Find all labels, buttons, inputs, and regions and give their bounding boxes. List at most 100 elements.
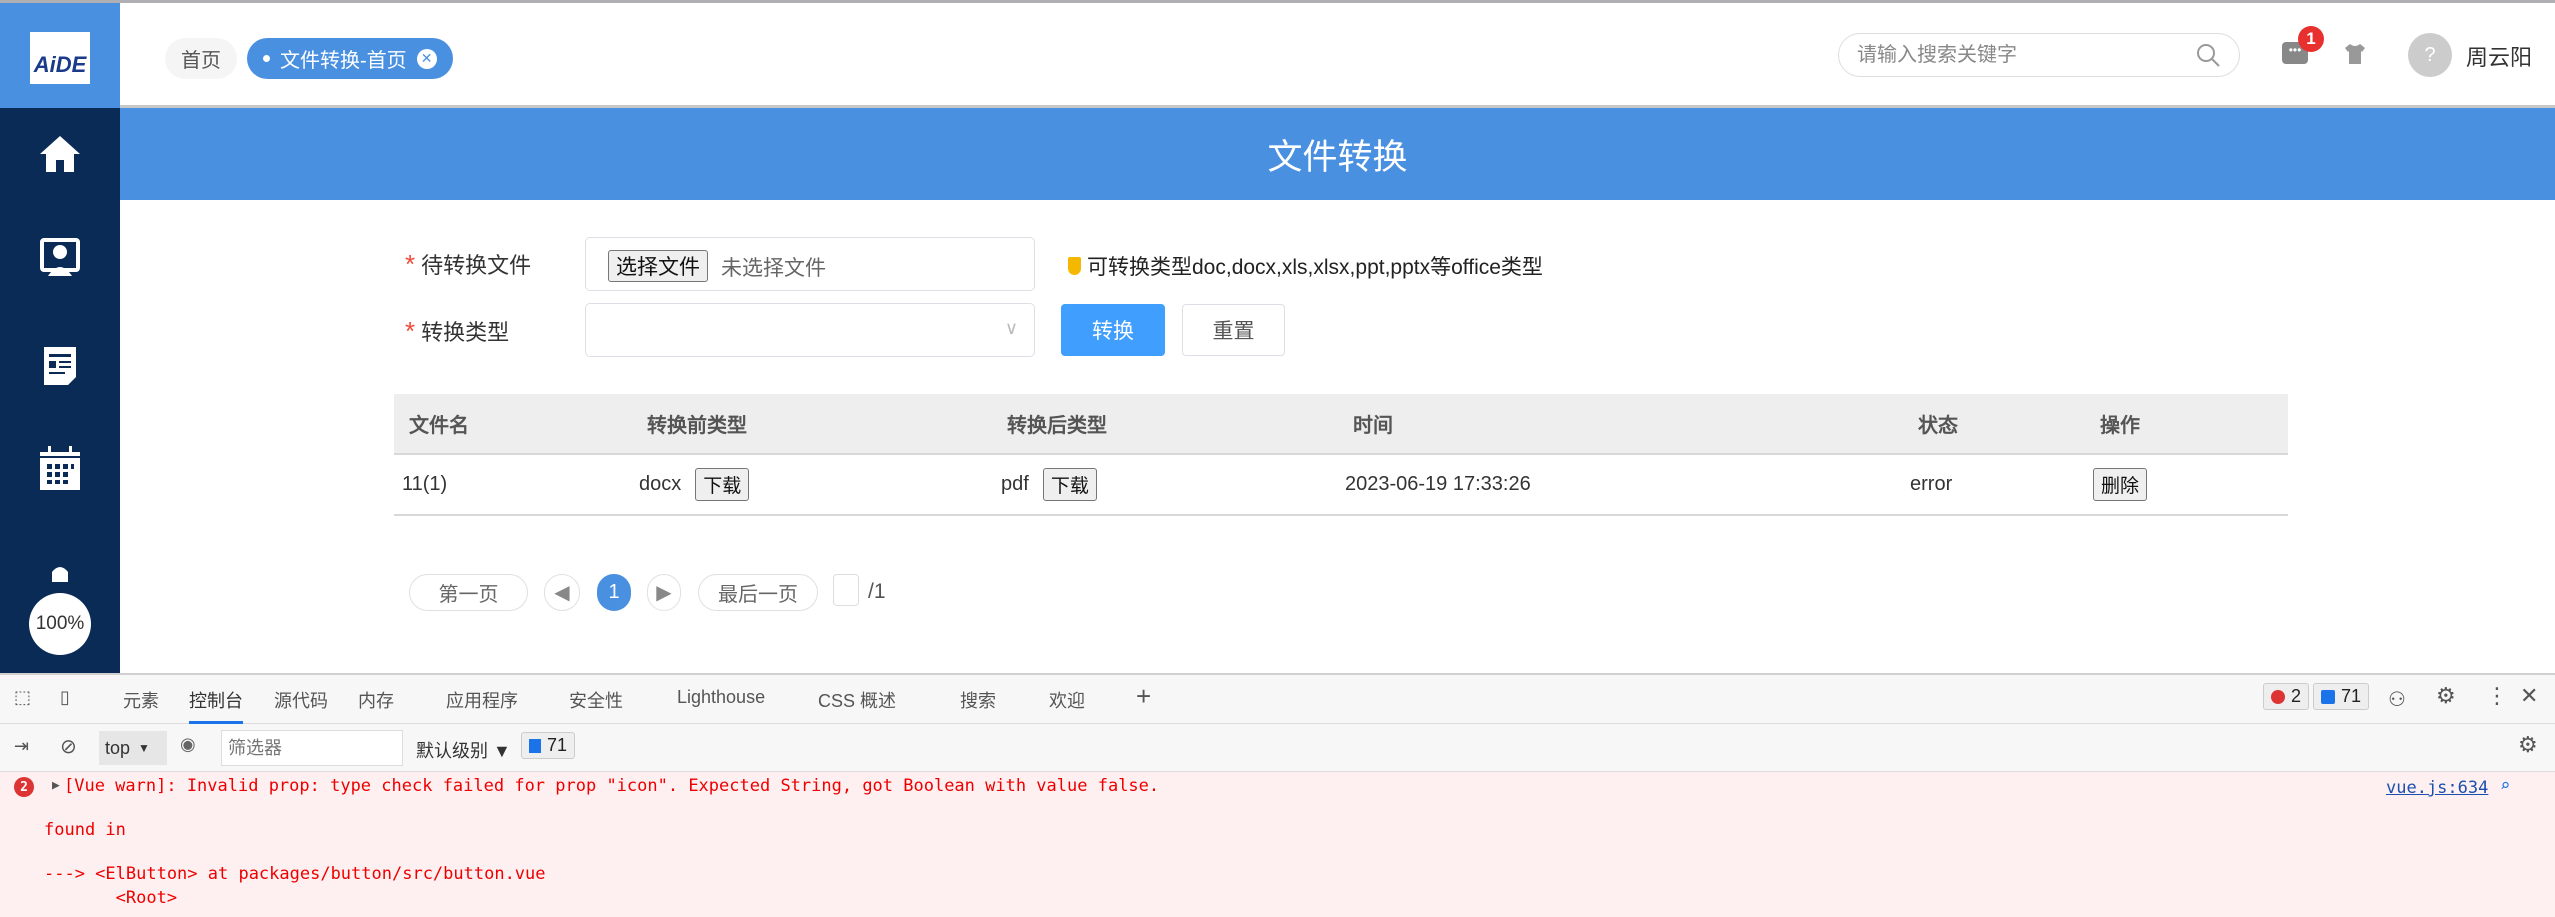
page-title: 文件转换 — [120, 108, 2555, 200]
devtools-tab-active[interactable]: 控制台 — [189, 687, 243, 724]
message-count-button[interactable]: 71 — [2313, 683, 2370, 710]
device-toggle-icon[interactable]: ▯ — [60, 687, 70, 708]
required-mark: * — [405, 316, 416, 346]
devtools-tab[interactable]: 元素 — [123, 687, 159, 713]
notification-badge: 1 — [2298, 26, 2324, 52]
tab-home[interactable]: 首页 — [165, 38, 237, 79]
avatar[interactable]: ? — [2408, 33, 2452, 77]
context-value: top — [105, 737, 131, 758]
file-status: 未选择文件 — [721, 257, 826, 280]
col-header: 转换前类型 — [647, 415, 747, 437]
devtools-tab[interactable]: 应用程序 — [446, 687, 518, 713]
close-tab-icon[interactable]: ✕ — [416, 48, 437, 69]
search-icon[interactable] — [2195, 42, 2221, 68]
username[interactable]: 周云阳 — [2466, 40, 2532, 72]
devtools-tab-bar: ⬚ ▯ 元素 控制台 源代码 内存 应用程序 安全性 Lighthouse CS… — [0, 675, 2555, 724]
page-jump-input[interactable] — [833, 574, 859, 606]
user-icon[interactable] — [36, 548, 84, 596]
devtools-tab[interactable]: 搜索 — [960, 687, 996, 713]
console-error-message: [Vue warn]: Invalid prop: type check fai… — [64, 776, 1160, 796]
after-type: pdf — [1001, 473, 1029, 495]
add-tab-icon[interactable]: + — [1136, 681, 1151, 712]
convert-type-select[interactable]: ∨ — [585, 303, 1035, 357]
message-count: 71 — [2341, 686, 2362, 706]
search-icon[interactable]: ⌕ — [2500, 776, 2510, 796]
conversion-table: 文件名 转换前类型 转换后类型 时间 状态 操作 11(1) docx 下载 pd… — [394, 394, 2288, 516]
col-header: 时间 — [1353, 415, 1393, 437]
cell-actions: 删除 — [2093, 455, 2148, 514]
file-label: * 待转换文件 — [405, 248, 531, 280]
console-output: 2 ▶ [Vue warn]: Invalid prop: type check… — [0, 772, 2555, 917]
console-line: <Root> — [44, 888, 178, 908]
download-source-button[interactable]: 下载 — [695, 468, 750, 501]
source-link[interactable]: vue.js:634 — [2386, 778, 2488, 798]
feedback-icon[interactable]: ⚇ — [2388, 687, 2406, 712]
logo[interactable]: AiDE — [30, 32, 90, 84]
console-settings-gear-icon[interactable]: ⚙ — [2518, 732, 2538, 758]
hint-text: 可转换类型doc,docx,xls,xlsx,ppt,pptx等office类型 — [1087, 256, 1543, 279]
console-filter-input[interactable] — [221, 730, 403, 766]
expand-triangle-icon[interactable]: ▶ — [52, 778, 60, 793]
console-line: ---> <ElButton> at packages/button/src/b… — [44, 864, 546, 884]
devtools-tab[interactable]: 内存 — [358, 687, 394, 713]
error-icon — [2271, 689, 2285, 704]
tab-file-convert[interactable]: 文件转换-首页 ✕ — [247, 38, 453, 79]
settings-gear-icon[interactable]: ⚙ — [2436, 683, 2456, 709]
count: 71 — [547, 735, 568, 755]
search-box — [1838, 33, 2240, 77]
logo-text: AiDE — [33, 52, 87, 77]
skin-shirt-icon[interactable] — [2343, 42, 2367, 66]
error-count-button[interactable]: 2 — [2263, 683, 2310, 710]
avatar-glyph: ? — [2424, 43, 2436, 66]
dropdown-arrow-icon: ▼ — [138, 741, 150, 755]
news-document-icon[interactable] — [36, 341, 84, 389]
page-1-button[interactable]: 1 — [597, 574, 631, 611]
page-total: /1 — [868, 580, 886, 603]
calendar-icon[interactable] — [36, 445, 84, 493]
file-input: 选择文件 未选择文件 — [585, 237, 1035, 291]
download-result-button[interactable]: 下载 — [1042, 468, 1097, 501]
console-message-count[interactable]: 71 — [521, 732, 576, 759]
delete-button[interactable]: 删除 — [2093, 468, 2148, 501]
devtools-tab[interactable]: 源代码 — [274, 687, 328, 713]
choose-file-button[interactable]: 选择文件 — [608, 250, 708, 282]
convert-button[interactable]: 转换 — [1061, 304, 1165, 356]
sidebar-toggle-icon[interactable]: ⇥ — [14, 736, 29, 757]
home-icon[interactable] — [36, 130, 84, 178]
log-level-select[interactable]: 默认级别 ▼ — [416, 737, 511, 763]
live-expression-eye-icon[interactable]: ◉ — [180, 734, 196, 755]
level-value: 默认级别 — [416, 741, 488, 761]
monitor-user-icon[interactable] — [36, 234, 84, 282]
devtools-tab[interactable]: 欢迎 — [1049, 687, 1085, 713]
logo-area: AiDE — [0, 3, 120, 108]
cell-after: pdf 下载 — [1001, 455, 1097, 514]
type-label: * 转换类型 — [405, 315, 509, 347]
devtools-tab[interactable]: Lighthouse — [677, 687, 765, 708]
devtools-tab[interactable]: CSS 概述 — [818, 687, 896, 713]
tab-label: 首页 — [181, 50, 221, 72]
error-count: 2 — [2291, 686, 2302, 706]
search-input[interactable] — [1857, 43, 2177, 67]
cell-status: error — [1910, 473, 1953, 495]
next-page-button[interactable]: ▶ — [647, 574, 681, 611]
reset-button[interactable]: 重置 — [1182, 304, 1285, 356]
more-menu-icon[interactable]: ⋮ — [2486, 683, 2508, 709]
col-header: 转换后类型 — [1007, 415, 1107, 437]
devtools-tab[interactable]: 安全性 — [569, 687, 623, 713]
chevron-right-icon: ▶ — [656, 582, 672, 604]
table-header: 文件名 转换前类型 转换后类型 时间 状态 操作 — [394, 394, 2288, 455]
first-page-button[interactable]: 第一页 — [409, 574, 528, 611]
zoom-level-badge[interactable]: 100% — [29, 593, 91, 655]
active-dot-icon — [263, 55, 270, 62]
label-text: 转换类型 — [421, 320, 510, 345]
message-icon — [2321, 689, 2335, 704]
format-hint: 可转换类型doc,docx,xls,xlsx,ppt,pptx等office类型 — [1068, 251, 1543, 281]
chevron-down-icon: ∨ — [1004, 318, 1018, 338]
last-page-button[interactable]: 最后一页 — [698, 574, 818, 611]
clear-console-icon[interactable]: ⊘ — [60, 734, 77, 759]
close-devtools-icon[interactable]: ✕ — [2520, 683, 2538, 709]
context-select[interactable]: top ▼ — [99, 731, 167, 765]
shield-icon — [1068, 257, 1081, 275]
inspect-icon[interactable]: ⬚ — [14, 687, 31, 708]
prev-page-button[interactable]: ◀ — [544, 574, 580, 611]
